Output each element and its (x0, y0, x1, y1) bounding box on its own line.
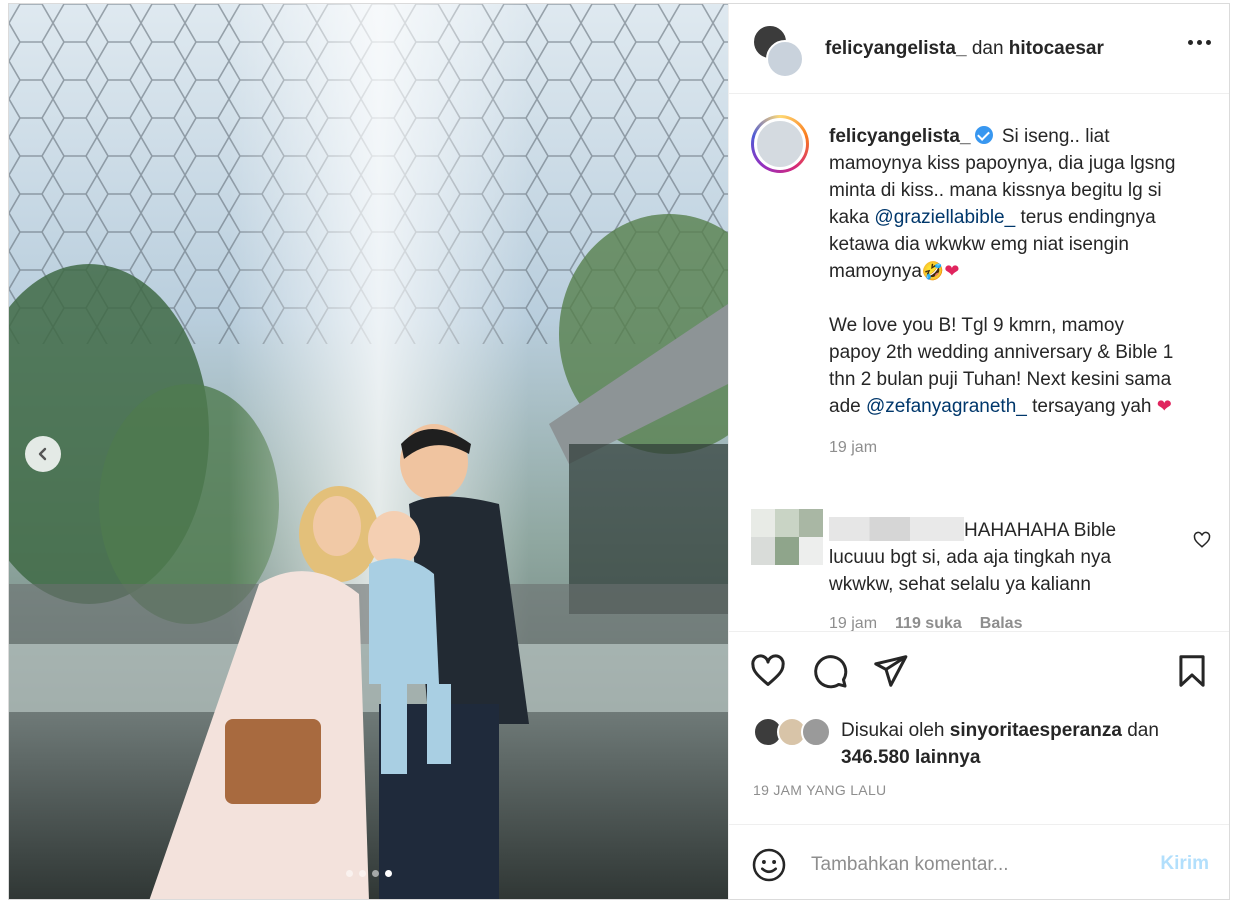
caption-text: tersayang yah (1026, 396, 1157, 417)
comment-like-icon[interactable] (1193, 531, 1211, 554)
emoji-picker-icon[interactable] (751, 847, 787, 888)
commenter-username-blurred[interactable] (829, 517, 964, 541)
comment-likes[interactable]: 119 suka (895, 615, 962, 631)
author-conjunction: dan (971, 38, 1004, 59)
post-header: felicyangelista_ dan hitocaesar (729, 4, 1229, 94)
post-side-panel: felicyangelista_ dan hitocaesar felicyan… (728, 4, 1229, 899)
laughing-emoji-icon: 🤣 (921, 261, 945, 281)
heart-icon (751, 654, 785, 686)
photo-scene (9, 4, 728, 899)
caption-username[interactable]: felicyangelista_ (829, 126, 971, 147)
comment-button[interactable] (811, 652, 849, 693)
comment-time[interactable]: 19 jam (829, 615, 877, 631)
likes-middle: dan (1121, 720, 1159, 741)
commenter-avatar[interactable] (751, 509, 823, 565)
collab-avatars[interactable] (752, 24, 806, 78)
like-button[interactable] (749, 652, 787, 693)
instagram-post: felicyangelista_ dan hitocaesar felicyan… (8, 3, 1230, 900)
carousel-dot (345, 870, 353, 877)
author-link[interactable]: hitocaesar (1009, 38, 1104, 59)
carousel-dot-active (384, 870, 392, 877)
heart-emoji-icon: ❤ (1156, 396, 1172, 416)
likes-count[interactable]: 346.580 lainnya (841, 747, 980, 768)
caption: felicyangelista_ Si iseng.. liat mamoyny… (829, 123, 1179, 461)
comment-meta: 19 jam 119 suka Balas (829, 615, 1022, 631)
bookmark-icon (1179, 655, 1205, 687)
share-button[interactable] (871, 652, 909, 693)
likes-text: Disukai oleh sinyoritaesperanza dan 346.… (841, 717, 1159, 771)
carousel-dot (358, 870, 366, 877)
chevron-left-icon (38, 447, 47, 461)
heart-emoji-icon: ❤ (944, 261, 960, 281)
comment-bubble-icon (814, 655, 848, 689)
post-timestamp[interactable]: 19 JAM YANG LALU (753, 782, 886, 798)
caption-avatar[interactable] (751, 115, 809, 173)
liker-avatars[interactable] (753, 717, 837, 747)
mention-link[interactable]: @graziellabible_ (874, 207, 1015, 228)
comment-body: HAHAHAHA Bible lucuuu bgt si, ada aja ti… (829, 517, 1159, 598)
post-comment-button[interactable]: Kirim (1160, 853, 1209, 875)
verified-badge-icon (974, 126, 993, 144)
carousel-dot (371, 870, 379, 877)
send-paper-plane-icon (874, 655, 908, 687)
mention-link[interactable]: @zefanyagraneth_ (866, 396, 1027, 417)
post-photo[interactable] (9, 4, 728, 899)
comment-input[interactable] (811, 849, 1131, 881)
action-bar (729, 631, 1229, 717)
likes-prefix: Disukai oleh (841, 720, 950, 741)
add-comment-bar: Kirim (729, 824, 1229, 899)
more-options-icon[interactable] (1188, 40, 1211, 45)
author-link[interactable]: felicyangelista_ (825, 38, 967, 59)
comments-section[interactable]: felicyangelista_ Si iseng.. liat mamoyny… (729, 95, 1229, 631)
post-authors: felicyangelista_ dan hitocaesar (825, 38, 1104, 60)
liker-username[interactable]: sinyoritaesperanza (950, 720, 1122, 741)
avatar[interactable] (766, 40, 804, 78)
carousel-prev-button[interactable] (25, 436, 61, 472)
reply-button[interactable]: Balas (980, 615, 1023, 631)
caption-time[interactable]: 19 jam (829, 434, 1179, 461)
carousel-indicator (9, 870, 728, 877)
save-button[interactable] (1173, 652, 1211, 693)
